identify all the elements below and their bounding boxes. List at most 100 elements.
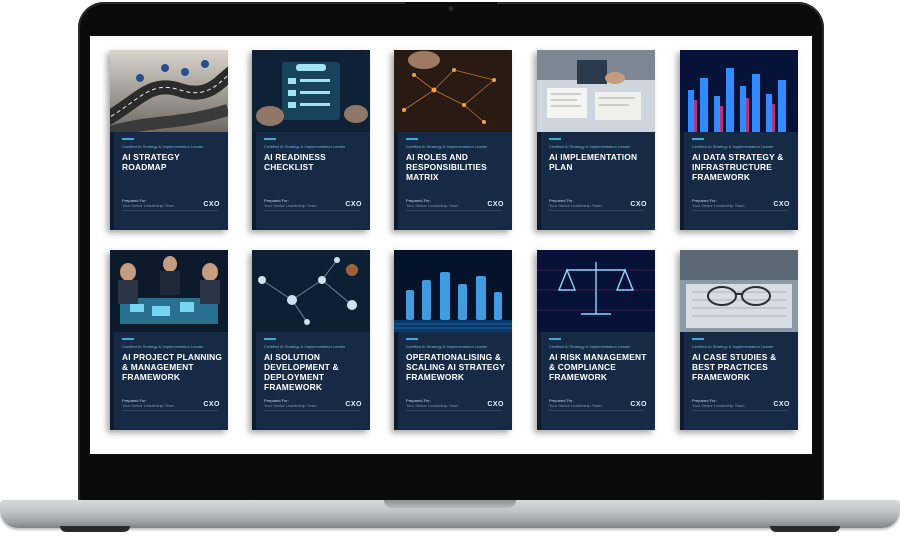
book-title: AI IMPLEMENTATION PLAN (549, 152, 638, 172)
camera-notch (405, 2, 497, 16)
cover-divider (264, 210, 360, 211)
laptop-foot-right (770, 526, 840, 532)
laptop-lid: Certified AI Strategy & Implementation L… (78, 2, 824, 502)
accent-line (692, 138, 704, 140)
book-title: AI SOLUTION DEVELOPMENT & DEPLOYMENT FRA… (264, 352, 339, 392)
brand-logo: CXO (487, 401, 504, 408)
cover-divider (549, 210, 645, 211)
laptop-mockup: Certified AI Strategy & Implementation L… (0, 0, 900, 536)
book-title: AI PROJECT PLANNING & MANAGEMENT FRAMEWO… (122, 352, 223, 382)
series-label: Certified AI Strategy & Implementation L… (406, 344, 488, 349)
prepared-team: Your Senior Leadership Team (692, 203, 745, 208)
prepared-team: Your Senior Leadership Team (406, 403, 459, 408)
accent-line (264, 138, 276, 140)
winding-road-with-map-pins-photo (110, 50, 228, 132)
prepared-for-block: Prepared For: Your Senior Leadership Tea… (549, 198, 601, 208)
accent-line (692, 338, 704, 340)
team-around-holographic-table-photo (110, 250, 228, 332)
book-cover: Certified AI Strategy & Implementation L… (680, 50, 798, 230)
cover-divider (406, 410, 502, 411)
book-cover: Certified AI Strategy & Implementation L… (252, 50, 370, 230)
cover-divider (122, 410, 218, 411)
book-title: AI CASE STUDIES & BEST PRACTICES FRAMEWO… (692, 352, 777, 382)
prepared-for-block: Prepared For: Your Senior Leadership Tea… (264, 398, 316, 408)
cover-divider (549, 410, 645, 411)
glasses-on-documents-photo (680, 250, 798, 332)
cover-divider (692, 210, 788, 211)
cover-divider (406, 210, 502, 211)
series-label: Certified AI Strategy & Implementation L… (549, 144, 631, 149)
business-planning-desk-photo (537, 50, 655, 132)
accent-line (406, 338, 418, 340)
laptop-screen: Certified AI Strategy & Implementation L… (90, 36, 812, 454)
brand-logo: CXO (203, 401, 220, 408)
brand-logo: CXO (345, 401, 362, 408)
digital-data-city-photo (680, 50, 798, 132)
prepared-for-block: Prepared For: Your Senior Leadership Tea… (406, 198, 458, 208)
digital-scales-of-justice-photo (537, 250, 655, 332)
series-label: Certified AI Strategy & Implementation L… (122, 344, 204, 349)
book-title: AI READINESS CHECKLIST (264, 152, 326, 172)
brand-logo: CXO (630, 201, 647, 208)
series-label: Certified AI Strategy & Implementation L… (692, 144, 774, 149)
accent-line (122, 138, 134, 140)
accent-line (264, 338, 276, 340)
series-label: Certified AI Strategy & Implementation L… (264, 344, 346, 349)
series-label: Certified AI Strategy & Implementation L… (406, 144, 488, 149)
prepared-for-block: Prepared For: Your Senior Leadership Tea… (122, 198, 174, 208)
prepared-team: Your Senior Leadership Team (122, 403, 175, 408)
accent-line (549, 338, 561, 340)
accent-line (406, 138, 418, 140)
prepared-team: Your Senior Leadership Team (692, 403, 745, 408)
glowing-chess-pieces-photo (394, 250, 512, 332)
book-cover: Certified AI Strategy & Implementation L… (110, 50, 228, 230)
book-cover-grid: Certified AI Strategy & Implementation L… (110, 50, 800, 440)
brand-logo: CXO (773, 201, 790, 208)
prepared-team: Your Senior Leadership Team (264, 403, 317, 408)
prepared-team: Your Senior Leadership Team (406, 203, 459, 208)
book-title: AI STRATEGY ROADMAP (122, 152, 180, 172)
cover-divider (692, 410, 788, 411)
prepared-for-block: Prepared For: Your Senior Leadership Tea… (264, 198, 316, 208)
book-cover: Certified AI Strategy & Implementation L… (537, 250, 655, 430)
brand-logo: CXO (487, 201, 504, 208)
book-cover: Certified AI Strategy & Implementation L… (680, 250, 798, 430)
cover-divider (122, 210, 218, 211)
network-of-figurines-photo (394, 50, 512, 132)
prepared-team: Your Senior Leadership Team (264, 203, 317, 208)
book-cover: Certified AI Strategy & Implementation L… (110, 250, 228, 430)
book-title: AI DATA STRATEGY & INFRASTRUCTURE FRAMEW… (692, 152, 784, 182)
laptop-base (0, 500, 900, 528)
book-title: AI RISK MANAGEMENT & COMPLIANCE FRAMEWOR… (549, 352, 647, 382)
accent-line (549, 138, 561, 140)
molecular-network-photo (252, 250, 370, 332)
book-cover: Certified AI Strategy & Implementation L… (394, 50, 512, 230)
series-label: Certified AI Strategy & Implementation L… (692, 344, 774, 349)
brand-logo: CXO (203, 201, 220, 208)
prepared-team: Your Senior Leadership Team (549, 403, 602, 408)
series-label: Certified AI Strategy & Implementation L… (264, 144, 346, 149)
brand-logo: CXO (345, 201, 362, 208)
camera-icon (448, 6, 454, 11)
series-label: Certified AI Strategy & Implementation L… (549, 344, 631, 349)
cover-divider (264, 410, 360, 411)
prepared-for-block: Prepared For: Your Senior Leadership Tea… (549, 398, 601, 408)
prepared-for-block: Prepared For: Your Senior Leadership Tea… (122, 398, 174, 408)
brand-logo: CXO (773, 401, 790, 408)
book-cover: Certified AI Strategy & Implementation L… (394, 250, 512, 430)
prepared-team: Your Senior Leadership Team (122, 203, 175, 208)
prepared-for-block: Prepared For: Your Senior Leadership Tea… (692, 398, 744, 408)
prepared-for-block: Prepared For: Your Senior Leadership Tea… (692, 198, 744, 208)
prepared-team: Your Senior Leadership Team (549, 203, 602, 208)
book-title: OPERATIONALISING & SCALING AI STRATEGY F… (406, 352, 506, 382)
lid-opening-notch (384, 500, 516, 508)
book-cover: Certified AI Strategy & Implementation L… (252, 250, 370, 430)
prepared-for-block: Prepared For: Your Senior Leadership Tea… (406, 398, 458, 408)
brand-logo: CXO (630, 401, 647, 408)
tablet-policies-checklist-photo (252, 50, 370, 132)
book-title: AI ROLES AND RESPONSIBILITIES MATRIX (406, 152, 487, 182)
series-label: Certified AI Strategy & Implementation L… (122, 144, 204, 149)
accent-line (122, 338, 134, 340)
book-cover: Certified AI Strategy & Implementation L… (537, 50, 655, 230)
laptop-foot-left (60, 526, 130, 532)
